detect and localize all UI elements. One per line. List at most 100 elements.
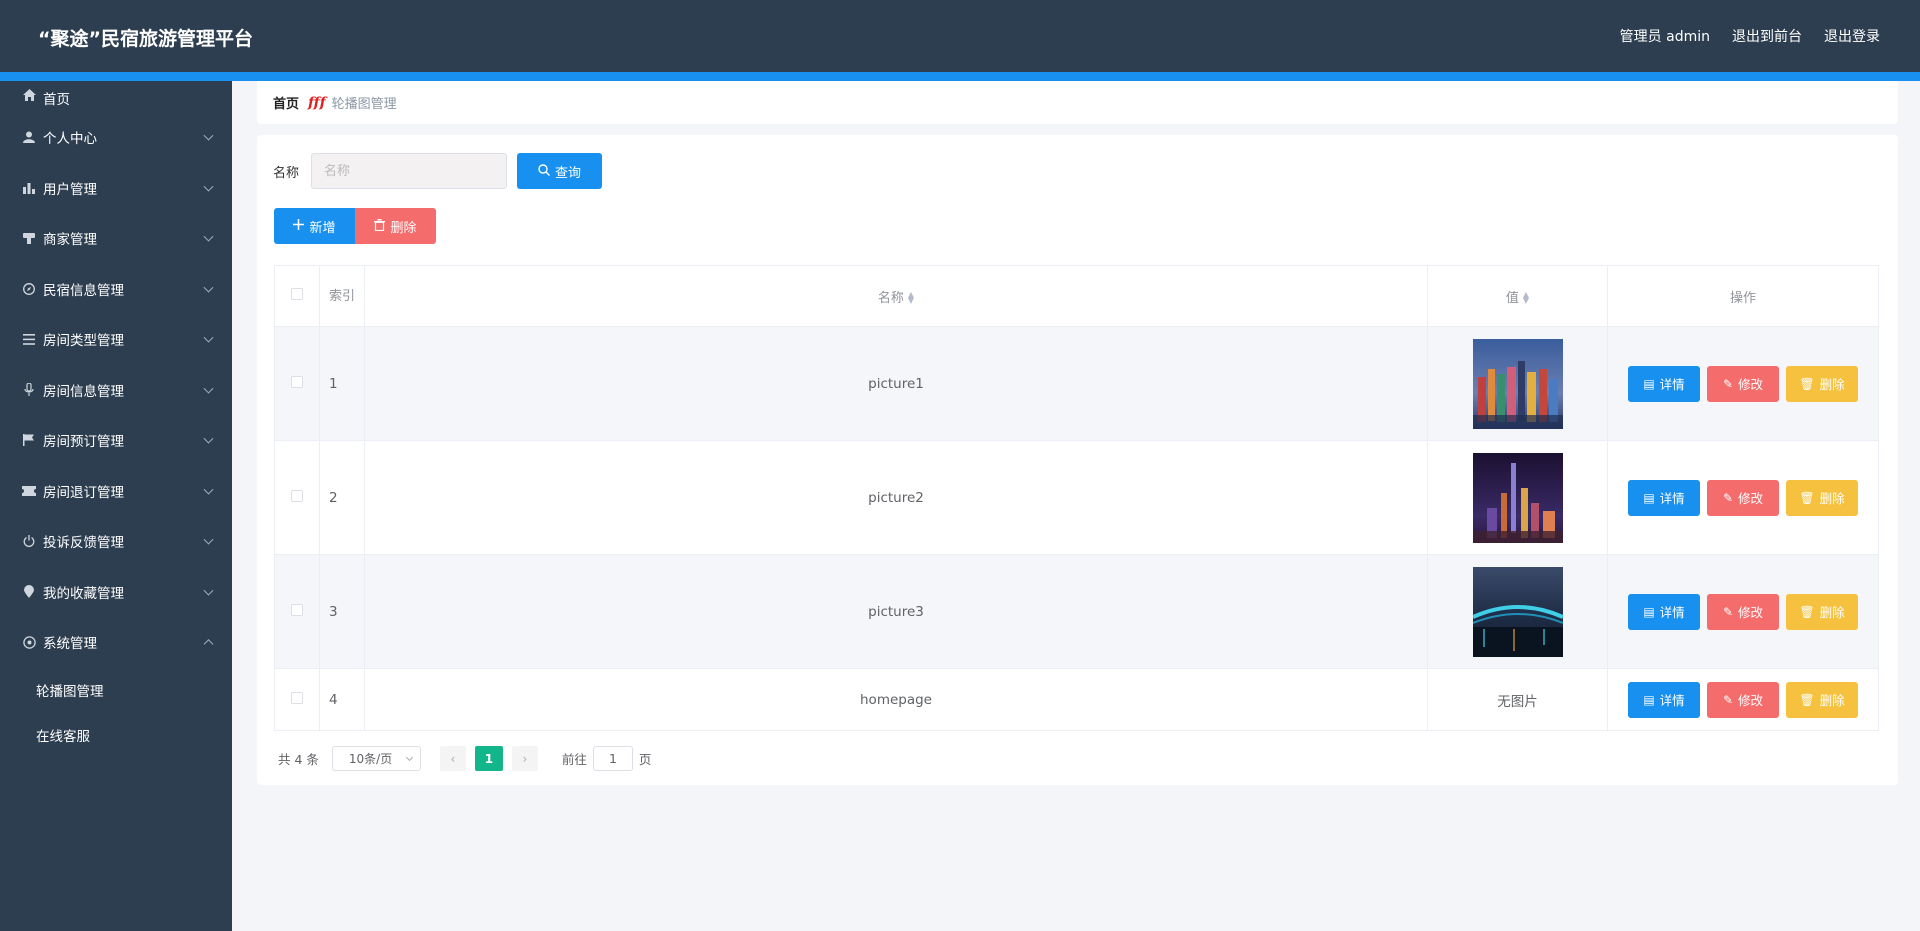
delete-button[interactable]: 🗑 删除 [1786,681,1858,718]
detail-button[interactable]: ▤ 详情 [1628,681,1700,718]
exit-to-front-link[interactable]: 退出到前台 [1732,26,1802,46]
chevron-down-icon [203,130,214,141]
prev-page-button[interactable]: ‹ [439,746,466,771]
breadcrumb-home[interactable]: 首页 [273,93,299,112]
trash-icon: 🗑 [1799,604,1815,619]
edit-label: 修改 [1738,491,1764,506]
action-buttons: 新增 删除 [274,208,436,244]
detail-button[interactable]: ▤ 详情 [1628,593,1700,630]
chevron-down-icon [203,484,214,495]
add-button[interactable]: 新增 [274,208,355,244]
delete-button[interactable]: 🗑 删除 [1786,479,1858,516]
microphone-icon [22,383,36,397]
sidebar-item-label: 系统管理 [43,636,97,653]
detail-button[interactable]: ▤ 详情 [1628,479,1700,516]
row-ops: ▤ 详情 ✎ 修改 🗑 删除 [1607,440,1879,555]
city-skyline-thumbnail[interactable] [1472,338,1563,429]
chevron-down-icon [203,181,214,192]
sidebar-item-label: 商家管理 [43,232,97,249]
sidebar-item-homestay-info[interactable]: 民宿信息管理 [0,264,232,315]
app-title: “聚途”民宿旅游管理平台 [38,28,253,50]
select-all-cell [274,265,320,327]
sidebar-item-home[interactable]: 首页 [0,81,232,112]
sidebar-item-favorites[interactable]: 我的收藏管理 [0,567,232,618]
table-row: 3 picture3 ▤ 详情 ✎ 修改 🗑 删除 [274,554,1879,669]
document-icon: ▤ [1643,692,1655,707]
row-index: 3 [319,554,365,669]
location-icon [22,585,36,599]
list-icon [22,332,36,346]
edit-button[interactable]: ✎ 修改 [1707,365,1779,402]
row-checkbox[interactable] [291,603,303,616]
batch-delete-button[interactable]: 删除 [355,208,436,244]
header-actions: 管理员 admin 退出到前台 退出登录 [1620,26,1880,46]
delete-button[interactable]: 🗑 删除 [1786,365,1858,402]
night-tower-thumbnail[interactable] [1472,452,1563,543]
logout-link[interactable]: 退出登录 [1824,26,1880,46]
home-icon [22,88,36,102]
sidebar-item-room-cancel[interactable]: 房间退订管理 [0,466,232,517]
row-checkbox-cell [274,440,320,555]
row-checkbox[interactable] [291,375,303,388]
next-page-button[interactable]: › [511,746,538,771]
sidebar-item-complaint-feedback[interactable]: 投诉反馈管理 [0,516,232,567]
edit-button[interactable]: ✎ 修改 [1707,479,1779,516]
shop-icon [22,231,36,245]
value-header[interactable]: 值 ▲ ▼ [1427,265,1608,327]
query-button[interactable]: 查询 [517,153,603,189]
delete-label: 删除 [1819,693,1845,708]
sort-icon[interactable]: ▲ ▼ [1523,291,1529,305]
edit-button[interactable]: ✎ 修改 [1707,593,1779,630]
row-name: picture3 [364,554,1428,669]
page-size-value: 10条/页 [348,752,393,766]
pencil-icon: ✎ [1722,692,1734,707]
sidebar-item-room-type[interactable]: 房间类型管理 [0,314,232,365]
goto-page-input[interactable] [592,746,633,771]
sidebar-item-room-info[interactable]: 房间信息管理 [0,365,232,416]
search-icon [538,163,550,179]
edit-label: 修改 [1738,377,1764,392]
row-ops: ▤ 详情 ✎ 修改 🗑 删除 [1607,554,1879,669]
chevron-down-icon [203,383,214,394]
edit-button[interactable]: ✎ 修改 [1707,681,1779,718]
sidebar-item-room-booking[interactable]: 房间预订管理 [0,415,232,466]
delete-button[interactable]: 🗑 删除 [1786,593,1858,630]
table-header-row: 索引 名称 ▲ ▼ 值 ▲ ▼ 操作 [274,265,1879,327]
chevron-down-icon [203,231,214,242]
bridge-night-thumbnail[interactable] [1472,566,1563,657]
sidebar-item-merchant-management[interactable]: 商家管理 [0,213,232,264]
name-header[interactable]: 名称 ▲ ▼ [364,265,1428,327]
page-size-select[interactable]: 10条/页 [331,746,421,771]
admin-user-label[interactable]: 管理员 admin [1620,26,1710,46]
row-ops: ▤ 详情 ✎ 修改 🗑 删除 [1607,326,1879,441]
sidebar-item-personal-center[interactable]: 个人中心 [0,112,232,163]
row-value [1427,326,1608,441]
sort-icon[interactable]: ▲ ▼ [908,291,914,305]
row-checkbox[interactable] [291,691,303,704]
delete-label: 删除 [1819,605,1845,620]
search-input[interactable] [311,153,508,189]
trash-icon [374,218,386,234]
sidebar-item-system-management[interactable]: 系统管理 [0,617,232,668]
page-number-current[interactable]: 1 [474,746,503,771]
trash-icon: 🗑 [1799,376,1815,391]
search-label: 名称 [273,165,300,181]
trash-icon: 🗑 [1799,490,1815,505]
plus-icon [293,219,305,233]
submenu-item-carousel[interactable]: 轮播图管理 [0,668,232,713]
search-bar: 名称 查询 [273,153,603,189]
sidebar-item-user-management[interactable]: 用户管理 [0,163,232,214]
sidebar-item-label: 民宿信息管理 [43,282,124,299]
document-icon: ▤ [1643,490,1655,505]
detail-button[interactable]: ▤ 详情 [1628,365,1700,402]
carousel-table: 索引 名称 ▲ ▼ 值 ▲ ▼ 操作 1 picture1 ▤ 详情 ✎ 修改 … [274,265,1879,731]
submenu-item-label: 在线客服 [36,729,90,745]
detail-label: 详情 [1659,491,1685,506]
table-row: 1 picture1 ▤ 详情 ✎ 修改 🗑 删除 [274,326,1879,441]
submenu-item-online-service[interactable]: 在线客服 [0,713,232,758]
sidebar-item-label: 房间信息管理 [43,383,124,400]
gear-icon [22,635,36,649]
row-checkbox[interactable] [291,489,303,502]
select-all-checkbox[interactable] [291,288,303,300]
document-icon: ▤ [1643,604,1655,619]
